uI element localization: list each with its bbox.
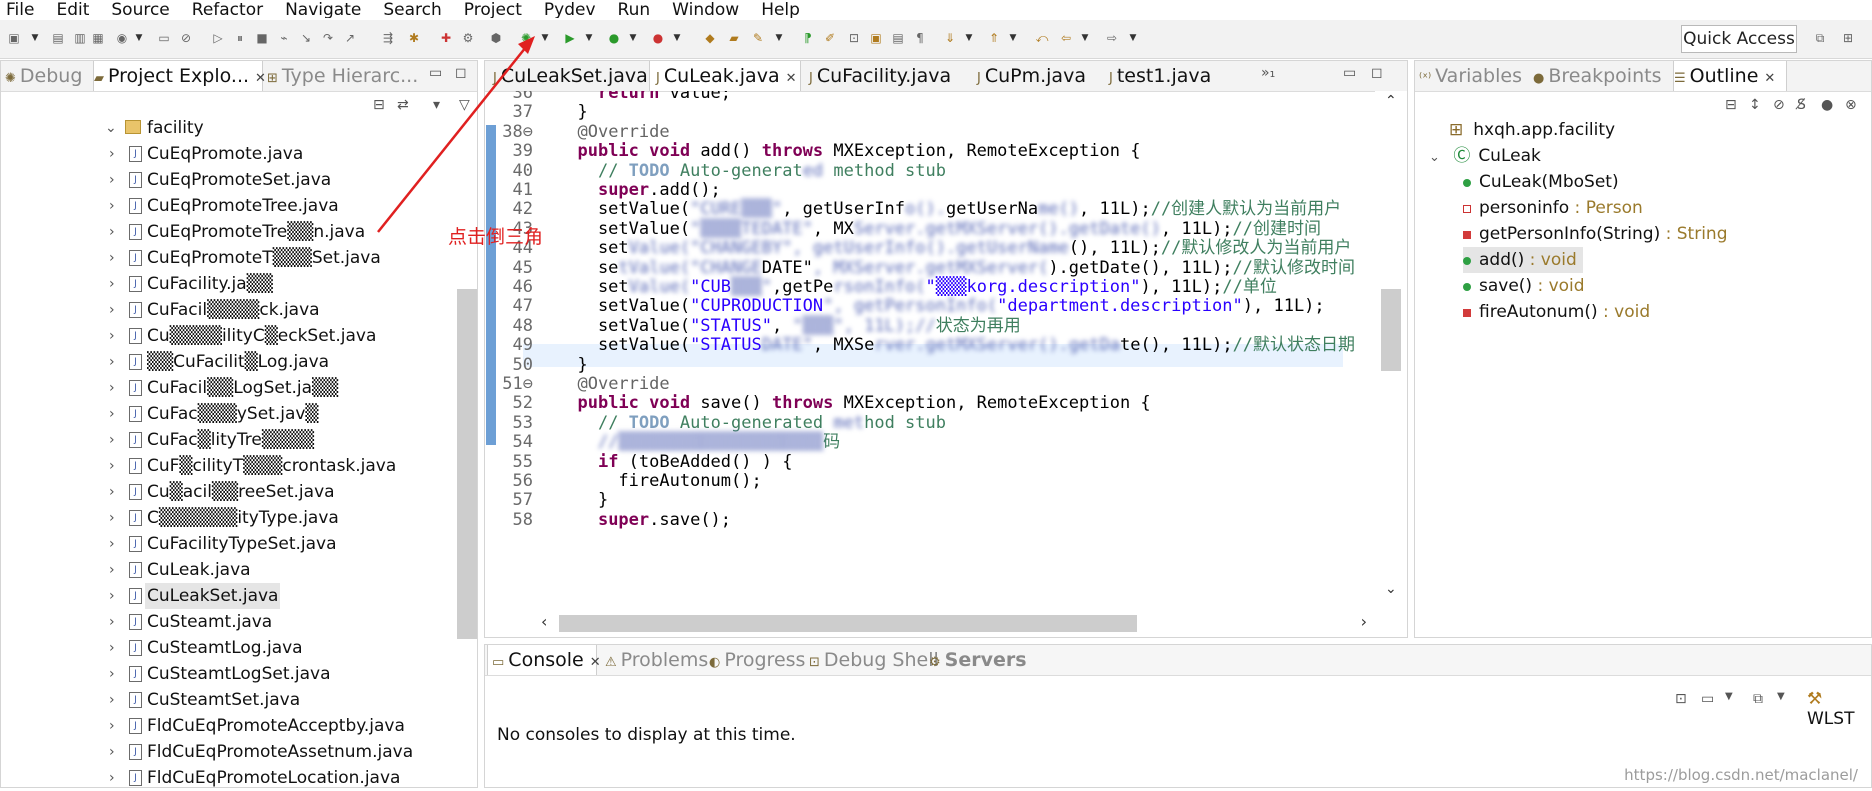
annotation-text: 点击倒三角 — [448, 226, 544, 248]
annotation-arrowhead — [518, 36, 535, 54]
watermark: https://blog.csdn.net/maclanel/ — [1624, 766, 1858, 784]
annotation-arrow — [377, 41, 531, 233]
annotation-overlay — [377, 36, 535, 233]
